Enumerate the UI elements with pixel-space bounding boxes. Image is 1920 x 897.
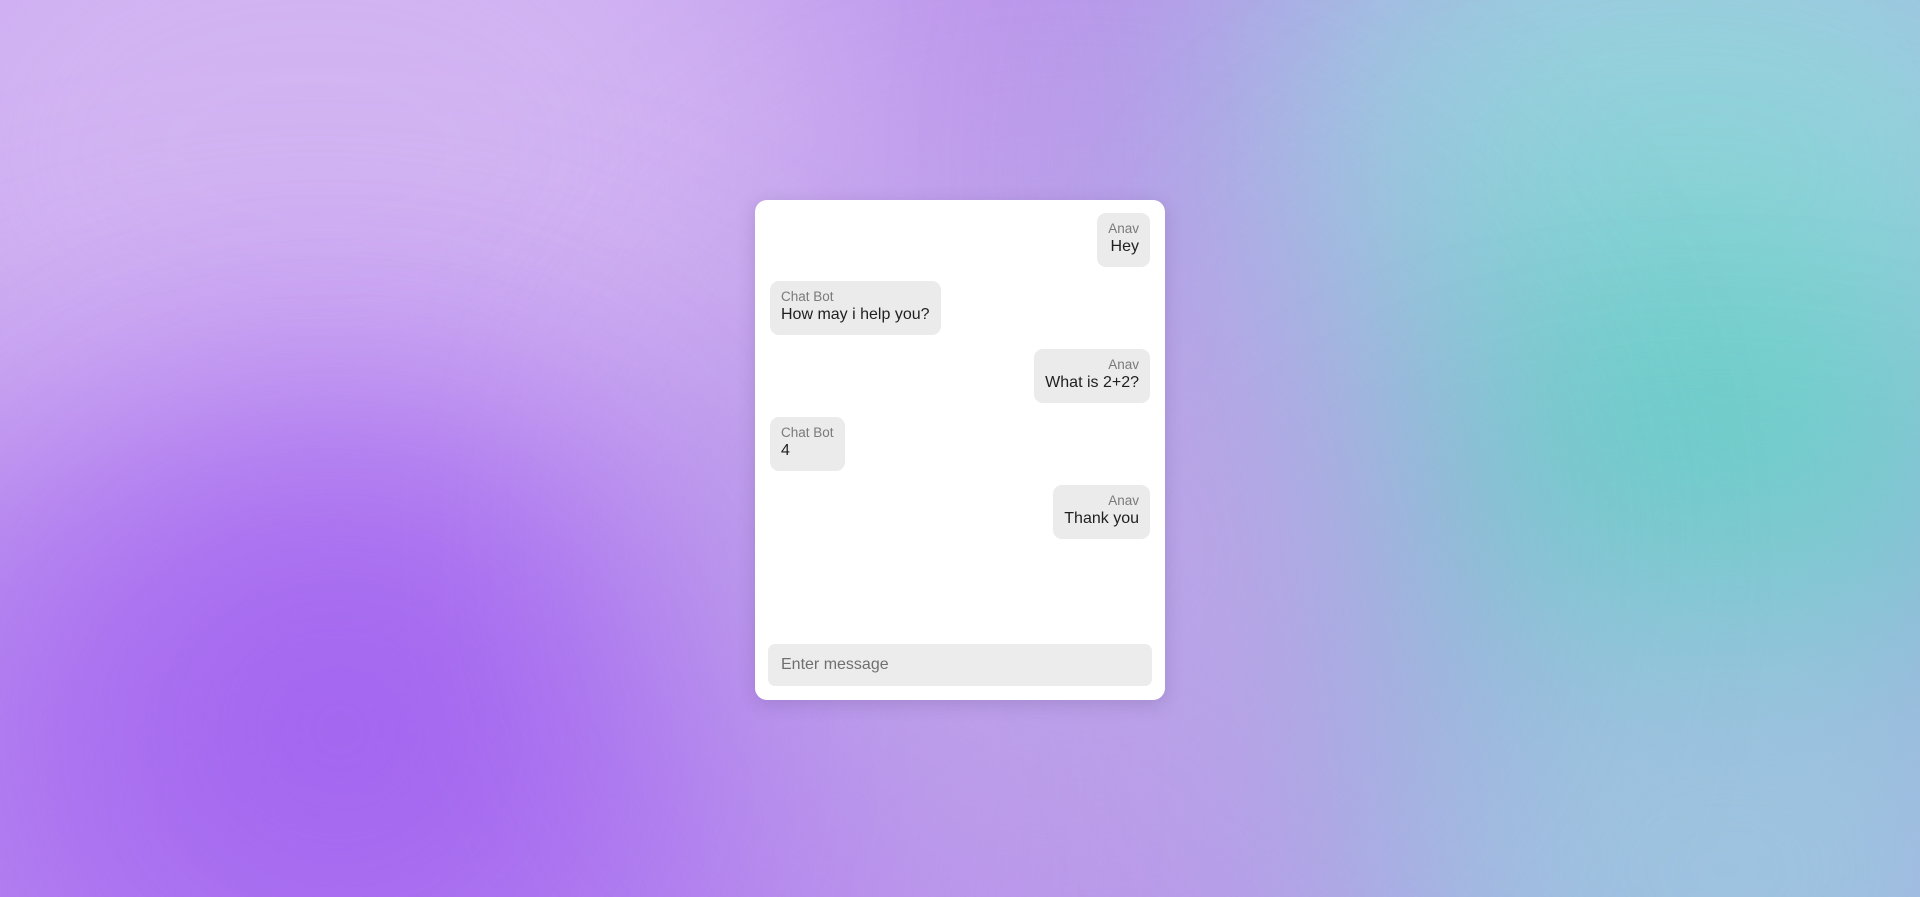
message-text: How may i help you?	[781, 306, 930, 323]
message-bubble-user: Anav What is 2+2?	[1034, 349, 1150, 403]
message-sender-name: Chat Bot	[781, 425, 834, 440]
message-bubble-user: Anav Hey	[1097, 213, 1150, 267]
message-text: 4	[781, 442, 790, 459]
message-text: Hey	[1110, 238, 1139, 255]
message-bubble-bot: Chat Bot How may i help you?	[770, 281, 941, 335]
message-input[interactable]	[768, 644, 1152, 686]
chat-window: Anav Hey Chat Bot How may i help you? Anav Wh…	[755, 200, 1165, 700]
message-bubble-bot: Chat Bot 4	[770, 417, 845, 471]
message-row: Chat Bot 4	[770, 417, 1150, 471]
message-bubble-user: Anav Thank you	[1053, 485, 1150, 539]
message-sender-name: Anav	[1108, 221, 1139, 236]
message-list[interactable]: Anav Hey Chat Bot How may i help you? Anav Wh…	[755, 200, 1165, 636]
message-sender-name: Chat Bot	[781, 289, 834, 304]
message-composer	[755, 636, 1165, 700]
message-row: Chat Bot How may i help you?	[770, 281, 1150, 335]
message-sender-name: Anav	[1108, 357, 1139, 372]
message-text: Thank you	[1064, 510, 1139, 527]
message-sender-name: Anav	[1108, 493, 1139, 508]
message-row: Anav Hey	[770, 213, 1150, 267]
message-text: What is 2+2?	[1045, 374, 1139, 391]
message-row: Anav Thank you	[770, 485, 1150, 539]
message-row: Anav What is 2+2?	[770, 349, 1150, 403]
